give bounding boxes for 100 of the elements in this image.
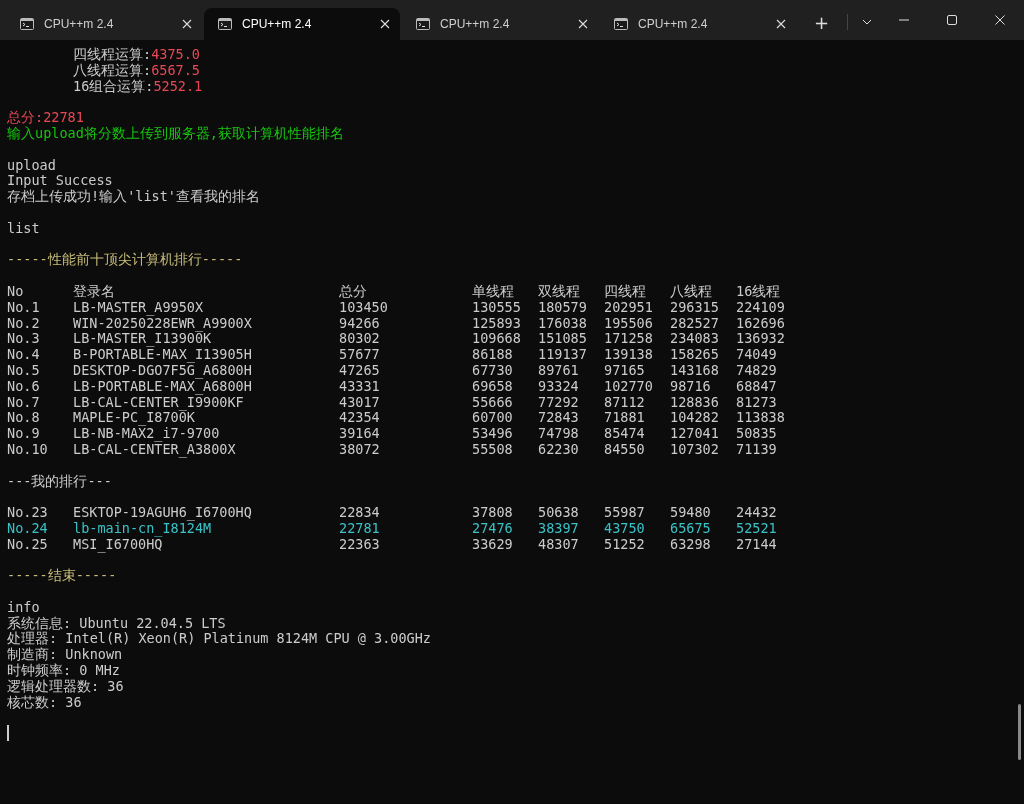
- terminal-icon: [20, 18, 34, 30]
- tab[interactable]: CPU++m 2.4: [402, 8, 598, 40]
- table-cell-text: No.24: [7, 520, 49, 537]
- table-cell-text: 102770: [604, 378, 654, 395]
- console-line: 制造商: Unknown: [7, 647, 123, 663]
- table-cell-text: 60700: [472, 410, 514, 427]
- table-cell-text: 67730: [472, 362, 514, 379]
- close-icon[interactable]: [380, 19, 390, 29]
- table-cell-text: 89761: [538, 362, 580, 379]
- column-header: 总分: [339, 283, 368, 300]
- console-line: 存档上传成功!输入'list'查看我的排名: [7, 189, 260, 205]
- table-cell-text: 130555: [472, 299, 522, 316]
- table-cell-text: No.5: [7, 362, 41, 379]
- close-icon[interactable]: [776, 19, 786, 29]
- table-cell-text: 62230: [538, 441, 580, 458]
- table-cell-text: 39164: [339, 426, 381, 442]
- score-value: 4375.0: [151, 47, 200, 63]
- table-cell-text: 119137: [538, 347, 588, 363]
- table-cell-text: 104282: [670, 410, 720, 427]
- table-cell-text: 51252: [604, 536, 646, 553]
- close-icon[interactable]: [578, 19, 588, 29]
- tab[interactable]: CPU++m 2.4: [600, 8, 796, 40]
- console-line: info: [7, 599, 40, 616]
- table-cell-text: 33629: [472, 536, 514, 553]
- maximize-icon[interactable]: [947, 15, 957, 25]
- table-cell-text: No.7: [7, 394, 41, 411]
- table-cell-text: 53496: [472, 426, 514, 442]
- table-cell-text: 38072: [339, 441, 381, 458]
- table-cell-text: 74829: [736, 362, 778, 379]
- console-line: upload: [7, 157, 56, 174]
- table-cell-text: 22834: [339, 505, 381, 521]
- table-cell-text: 43017: [339, 394, 381, 411]
- table-cell-text: LB-NB-MAX2_i7-9700: [73, 426, 221, 442]
- table-cell-text: 27144: [736, 536, 778, 553]
- table-cell-text: 65675: [670, 520, 712, 537]
- table-cell-text: 80302: [339, 331, 381, 348]
- close-icon[interactable]: [995, 15, 1005, 25]
- table-cell-text: 86188: [472, 347, 514, 363]
- console-line: 核芯数: 36: [7, 694, 82, 711]
- chevron-down-icon[interactable]: [862, 19, 873, 25]
- column-header: 16线程: [736, 283, 782, 300]
- table-cell-text: 77292: [538, 394, 580, 411]
- table-cell-text: MAPLE-PC_I8700K: [73, 410, 195, 427]
- table-cell-text: 43331: [339, 378, 381, 395]
- table-cell-text: WIN-20250228EWR_A9900X: [73, 315, 253, 332]
- table-cell-text: 176038: [538, 315, 588, 332]
- table-cell-text: 139138: [604, 347, 654, 363]
- table-cell-text: No.10: [7, 441, 49, 458]
- new-tab-button[interactable]: +: [810, 11, 834, 33]
- terminal-icon: [218, 18, 232, 30]
- table-cell-text: 109668: [472, 331, 522, 348]
- table-cell-text: 97165: [604, 362, 646, 379]
- score-value: 5252.1: [153, 78, 203, 95]
- tab[interactable]: CPU++m 2.4: [204, 8, 400, 40]
- table-cell-text: 171258: [604, 331, 654, 348]
- table-cell-text: No.3: [7, 331, 41, 348]
- table-cell-text: 87112: [604, 394, 646, 411]
- table-cell-text: 37808: [472, 505, 514, 521]
- table-cell-text: 158265: [670, 347, 720, 363]
- table-cell-text: 143168: [670, 362, 720, 379]
- table-cell-text: LB-CAL-CENTER_I9900KF: [73, 394, 244, 411]
- column-header: 登录名: [73, 283, 116, 300]
- table-cell-text: No.6: [7, 378, 41, 395]
- table-cell-text: 55987: [604, 505, 646, 521]
- close-icon[interactable]: [182, 19, 192, 29]
- table-cell-text: No.4: [7, 347, 41, 363]
- table-cell-text: 43750: [604, 520, 646, 537]
- table-cell-text: 52521: [736, 520, 778, 537]
- scrollbar-thumb[interactable]: [1018, 704, 1021, 760]
- table-cell-text: 22363: [339, 536, 381, 553]
- table-cell-text: 103450: [339, 299, 389, 316]
- table-cell-text: 55666: [472, 394, 514, 411]
- console-line: list: [7, 220, 40, 237]
- table-cell-text: 85474: [604, 426, 646, 442]
- table-cell-text: 107302: [670, 441, 720, 458]
- table-cell-text: 94266: [339, 315, 381, 332]
- console-line: 逻辑处理器数: 36: [7, 678, 124, 695]
- table-cell-text: 234083: [670, 331, 720, 348]
- table-cell-text: 71139: [736, 441, 778, 458]
- score-label: 四线程运算:: [73, 47, 152, 63]
- score-label: 八线程运算:: [73, 62, 152, 79]
- table-cell-text: 57677: [339, 347, 381, 363]
- table-cell-text: 81273: [736, 394, 778, 411]
- console-line: 处理器: Intel(R) Xeon(R) Platinum 8124M CPU @ 3.00GHz: [7, 631, 431, 647]
- table-cell-text: 69658: [472, 378, 514, 395]
- table-cell-text: LB-MASTER_I13900K: [73, 331, 212, 348]
- table-cell-text: 50638: [538, 505, 580, 521]
- table-cell-text: LB-PORTABLE-MAX_A6800H: [73, 378, 253, 395]
- tab[interactable]: CPU++m 2.4: [6, 8, 202, 40]
- console-line: Input Success: [7, 173, 113, 190]
- table-cell-text: 224109: [736, 299, 786, 316]
- table-cell-text: 50835: [736, 426, 778, 442]
- table-cell-text: 74798: [538, 426, 580, 442]
- table-cell-text: 71881: [604, 410, 646, 427]
- table-cell-text: 151085: [538, 331, 588, 348]
- table-cell-text: B-PORTABLE-MAX_I13905H: [73, 347, 253, 363]
- table-cell-text: 195506: [604, 315, 654, 332]
- table-cell-text: 128836: [670, 394, 720, 411]
- table-cell-text: 63298: [670, 536, 712, 553]
- table-cell-text: 127041: [670, 426, 720, 442]
